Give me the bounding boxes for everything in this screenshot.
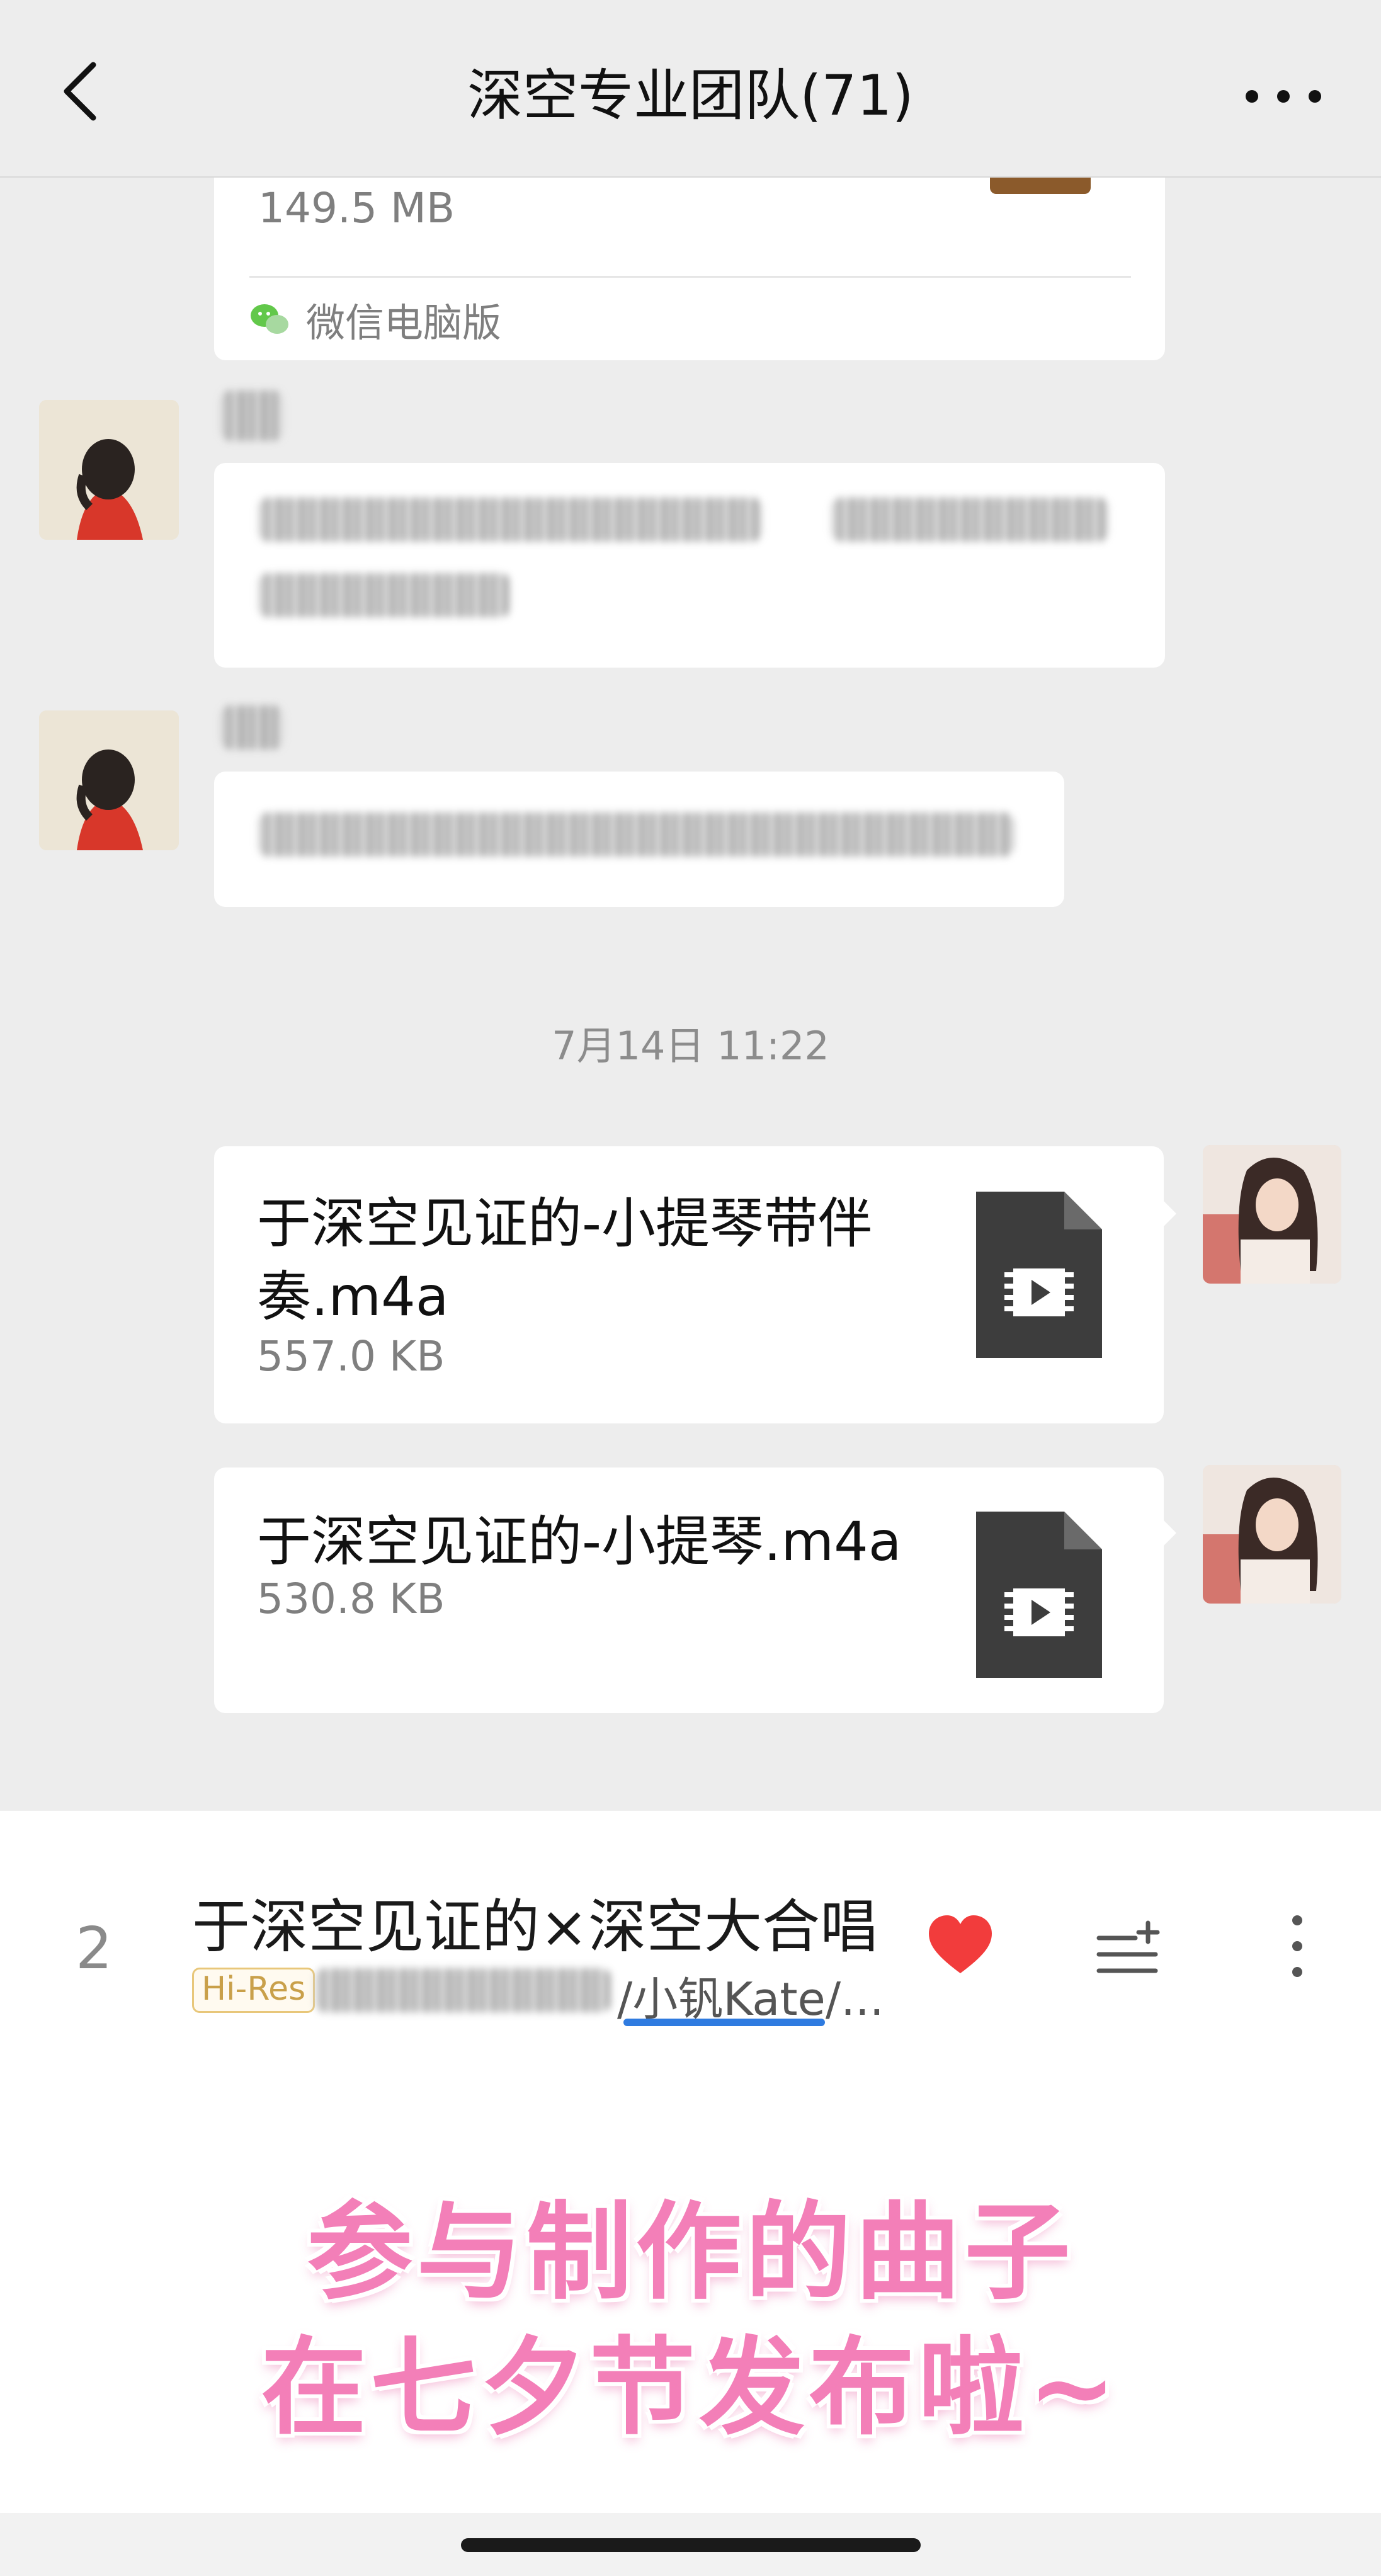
bubble-tail [1162, 1200, 1176, 1228]
file-thumb-partial [990, 178, 1091, 194]
track-more-button[interactable] [1278, 1912, 1316, 1981]
hi-res-badge: Hi-Res [192, 1968, 315, 2013]
file-name: 于深空见证的-小提琴.m4a [257, 1510, 902, 1573]
avatar-image [1203, 1145, 1341, 1284]
overlay-caption-line2: 在七夕节发布啦~ [261, 2326, 1120, 2449]
like-button[interactable] [926, 1912, 995, 1981]
video-file-icon [976, 1192, 1102, 1358]
wechat-icon [249, 300, 291, 338]
bubble-tail [1162, 1519, 1176, 1547]
sender-name-redacted [220, 693, 296, 762]
file-name: 于深空见证的-小提琴带伴 奏.m4a [257, 1192, 873, 1328]
file-source-label: 微信电脑版 [306, 300, 502, 346]
home-indicator[interactable] [461, 2538, 921, 2552]
file-size: 149.5 MB [258, 184, 455, 232]
artist-names-redacted [315, 1956, 617, 2025]
file-message-previous[interactable]: 149.5 MB 微信电脑版 [214, 178, 1165, 360]
sender-name-redacted [220, 378, 296, 453]
highlight-underline [623, 2019, 825, 2026]
avatar-image [39, 710, 179, 850]
message-timestamp: 7月14日 11:22 [552, 1023, 829, 1069]
chat-title: 深空专业团队(71) [467, 63, 914, 128]
file-size: 530.8 KB [257, 1575, 445, 1623]
avatar-self[interactable] [1203, 1465, 1341, 1604]
add-to-playlist-button[interactable] [1093, 1912, 1162, 1981]
text-message-redacted[interactable] [214, 463, 1165, 668]
more-vertical-icon [1292, 1915, 1302, 1977]
divider [249, 276, 1131, 278]
playlist-add-icon [1096, 1920, 1160, 1973]
file-message[interactable]: 于深空见证的-小提琴带伴 奏.m4a 557.0 KB [214, 1146, 1164, 1423]
track-title[interactable]: 于深空见证的×深空大合唱 [192, 1880, 878, 1964]
text-message-redacted[interactable] [214, 772, 1064, 907]
overlay-caption-line1: 参与制作的曲子 [307, 2191, 1074, 2314]
heart-icon [929, 1915, 992, 1973]
avatar-image [1203, 1465, 1341, 1604]
avatar[interactable] [39, 710, 179, 850]
avatar-self[interactable] [1203, 1145, 1341, 1284]
avatar-image [39, 400, 179, 540]
file-message[interactable]: 于深空见证的-小提琴.m4a 530.8 KB [214, 1468, 1164, 1713]
more-options-button[interactable] [1234, 69, 1335, 120]
file-size: 557.0 KB [257, 1332, 445, 1381]
avatar[interactable] [39, 400, 179, 540]
video-file-icon [976, 1512, 1102, 1678]
track-number: 2 [76, 1915, 113, 1982]
